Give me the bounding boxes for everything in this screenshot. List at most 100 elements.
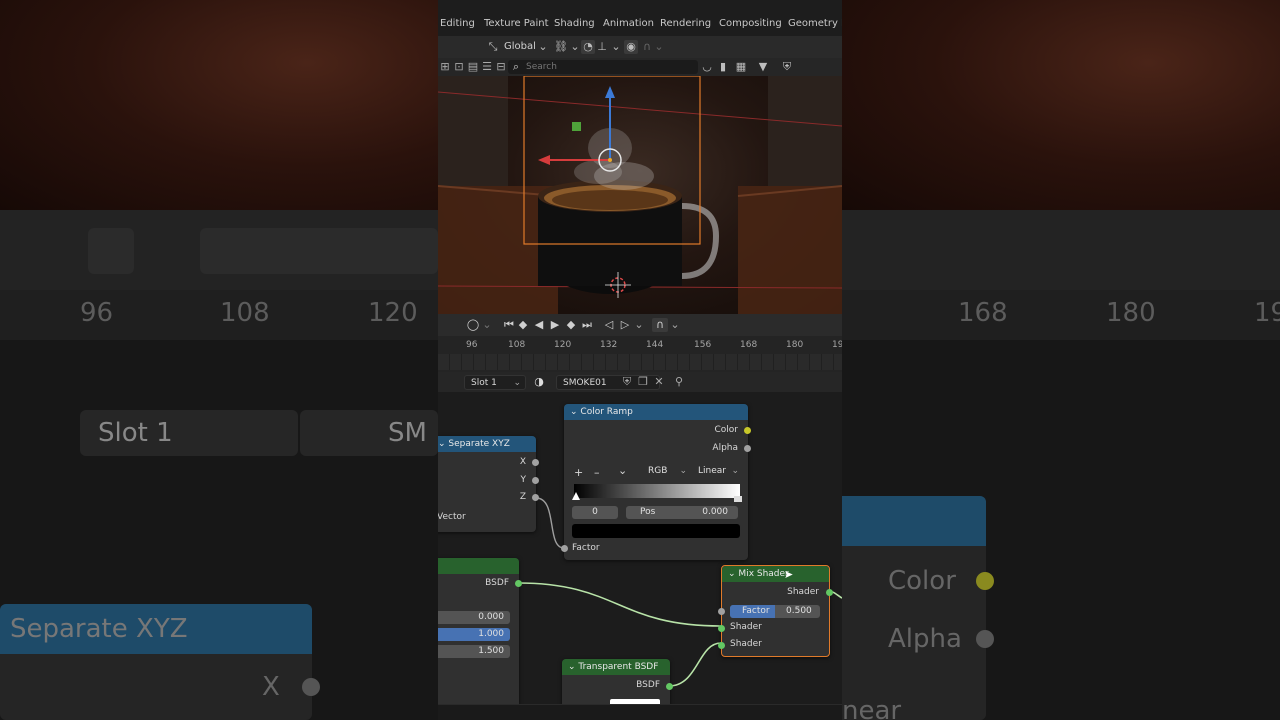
shader-output-socket[interactable] <box>826 589 833 596</box>
tab-animation[interactable]: Animation <box>603 18 654 29</box>
principled-bsdf-node[interactable]: BSDF 0.000 1.000 1.500 <box>438 558 522 704</box>
color-ramp-gradient[interactable] <box>574 484 740 498</box>
tab-shading[interactable]: Shading <box>554 18 595 29</box>
pivot-icon[interactable]: ⛓ <box>554 40 568 54</box>
color-output-socket[interactable] <box>744 427 751 434</box>
display-mode-icon[interactable]: ▦ <box>734 60 748 74</box>
slot-dropdown[interactable]: Slot 1 ⌄ <box>464 375 526 390</box>
timeline-controls: ◯ ⌄ ⏮ ◆ ◀ ▶ ◆ ⏭ ◁ ▷ ⌄ ∩ ⌄ <box>438 314 842 337</box>
timeline-ruler[interactable]: 96 108 120 132 144 156 168 180 19 <box>438 336 842 374</box>
color-ramp-node[interactable]: ⌄ Color Ramp Color Alpha + – ⌄ RGB ⌄ Lin… <box>561 404 751 560</box>
chevron-down-icon[interactable]: ⌄ <box>568 662 576 672</box>
select-icon[interactable]: ⊡ <box>452 60 466 74</box>
interpolation-dropdown[interactable]: Linear ⌄ <box>694 465 742 478</box>
transparent-bsdf-header[interactable]: ⌄ Transparent BSDF <box>562 659 670 675</box>
stop-pos-field[interactable]: Pos 0.000 <box>626 506 738 519</box>
field-value: 1.500 <box>478 646 504 656</box>
principled-field-2[interactable]: 1.000 <box>438 628 510 641</box>
frame-tick: 180 <box>786 340 804 350</box>
chevron-down-icon[interactable]: ⌄ <box>728 569 736 579</box>
close-icon[interactable]: ✕ <box>652 375 666 389</box>
view-layer-icon[interactable]: ⊞ <box>438 60 452 74</box>
add-stop-button[interactable]: + <box>574 466 583 479</box>
field-value: 1.000 <box>478 629 504 639</box>
alpha-output-label: Alpha <box>712 443 738 453</box>
transparent-bsdf-node[interactable]: ⌄ Transparent BSDF BSDF <box>562 659 673 704</box>
fake-user-shield-icon[interactable]: ⛨ <box>620 375 634 389</box>
factor-input-socket[interactable] <box>561 545 568 552</box>
proportional-edit-icon[interactable]: ◉ <box>624 40 638 54</box>
ramp-stop-black[interactable] <box>572 492 580 500</box>
chevron-down-icon: ⌄ <box>654 40 664 53</box>
jump-end-icon[interactable]: ⏭ <box>580 318 594 332</box>
ramp-stop-white[interactable] <box>734 496 742 502</box>
y-output-socket[interactable] <box>532 477 539 484</box>
tab-editing[interactable]: Editing <box>440 18 475 29</box>
bsdf-output-socket[interactable] <box>666 683 673 690</box>
tab-compositing[interactable]: Compositing <box>719 18 782 29</box>
stop-color-swatch[interactable] <box>572 524 740 538</box>
bg-tick: 180 <box>1106 298 1156 328</box>
bsdf-output-label: BSDF <box>636 680 660 690</box>
mix-shader-header[interactable]: ⌄ Mix Shader <box>722 566 829 582</box>
node-editor-canvas[interactable]: ⌄ Color Ramp Color Alpha + – ⌄ RGB ⌄ Lin… <box>438 392 842 704</box>
material-browse-icon[interactable]: ◑ <box>532 375 546 389</box>
bsdf-output-socket[interactable] <box>515 580 522 587</box>
search-icon: ⌕ <box>512 60 520 73</box>
shader-input-2-socket[interactable] <box>718 642 725 649</box>
x-output-socket[interactable] <box>532 459 539 466</box>
mix-factor-field[interactable]: Factor 0.500 <box>730 605 820 618</box>
snap-target-icon[interactable]: ⊥ <box>595 40 609 54</box>
ramp-menu-button[interactable]: ⌄ <box>618 464 627 477</box>
bg-material-text: SM <box>388 418 427 448</box>
search-input[interactable] <box>526 60 691 74</box>
color-mode-dropdown[interactable]: RGB ⌄ <box>642 465 690 478</box>
shield-icon[interactable]: ⛨ <box>780 60 794 74</box>
jump-start-icon[interactable]: ⏮ <box>502 318 516 332</box>
principled-field-1[interactable]: 0.000 <box>438 611 510 624</box>
next-keyframe-icon[interactable]: ◆ <box>564 318 578 332</box>
principled-field-3[interactable]: 1.500 <box>438 645 510 658</box>
play-reverse-icon[interactable]: ◀ <box>532 318 546 332</box>
bookmark-icon[interactable]: ▮ <box>716 60 730 74</box>
orientation-dropdown[interactable]: Global <box>504 41 536 52</box>
snap-icon[interactable]: ◔ <box>581 40 595 54</box>
remove-stop-button[interactable]: – <box>594 466 600 479</box>
bg-viewport-blur <box>0 0 438 210</box>
chevron-down-icon: ⌄ <box>679 466 687 476</box>
scene-render <box>438 76 842 314</box>
search-field[interactable]: ⌕ <box>508 60 698 74</box>
color-ramp-header[interactable]: ⌄ Color Ramp <box>564 404 748 420</box>
list-icon[interactable]: ☰ <box>480 60 494 74</box>
alpha-output-socket[interactable] <box>744 445 751 452</box>
3d-viewport[interactable] <box>438 76 842 314</box>
prev-keyframe-icon[interactable]: ◆ <box>516 318 530 332</box>
z-output-socket[interactable] <box>532 494 539 501</box>
separate-xyz-node[interactable]: ⌄ Separate XYZ X Y Z Vector <box>438 436 539 532</box>
duplicate-icon[interactable]: ❐ <box>636 375 650 389</box>
play-icon[interactable]: ▶ <box>548 318 562 332</box>
chevron-down-icon: ⌄ <box>570 40 580 53</box>
tab-geometry-nodes[interactable]: Geometry No <box>788 18 842 29</box>
record-icon[interactable]: ◯ <box>466 318 480 332</box>
next-marker-icon[interactable]: ▷ <box>618 318 632 332</box>
tab-texture-paint[interactable]: Texture Paint <box>484 18 549 29</box>
auto-keying-icon[interactable]: ∩ <box>652 318 668 332</box>
prev-marker-icon[interactable]: ◁ <box>602 318 616 332</box>
factor-input-socket[interactable] <box>718 608 725 615</box>
chevron-down-icon[interactable]: ⌄ <box>438 439 446 449</box>
pin-icon[interactable]: ⚲ <box>672 375 686 389</box>
filter-toggle-icon[interactable]: ◡ <box>700 60 714 74</box>
bg-alpha-socket <box>976 630 994 648</box>
principled-bsdf-header[interactable] <box>438 558 519 574</box>
mix-shader-node[interactable]: ⌄ Mix Shader ➤ Shader Factor 0.500 Shade… <box>718 565 833 657</box>
funnel-icon[interactable]: ▼ <box>756 60 770 74</box>
box-icon[interactable]: ▤ <box>466 60 480 74</box>
tab-rendering[interactable]: Rendering <box>660 18 711 29</box>
separate-xyz-header[interactable]: ⌄ Separate XYZ <box>438 436 536 452</box>
filter-mode-icon[interactable]: ⊟ <box>494 60 508 74</box>
shader-input-1-socket[interactable] <box>718 625 725 632</box>
field-value: 0.000 <box>478 612 504 622</box>
stop-index-field[interactable]: 0 <box>572 506 618 519</box>
chevron-down-icon[interactable]: ⌄ <box>570 407 578 417</box>
